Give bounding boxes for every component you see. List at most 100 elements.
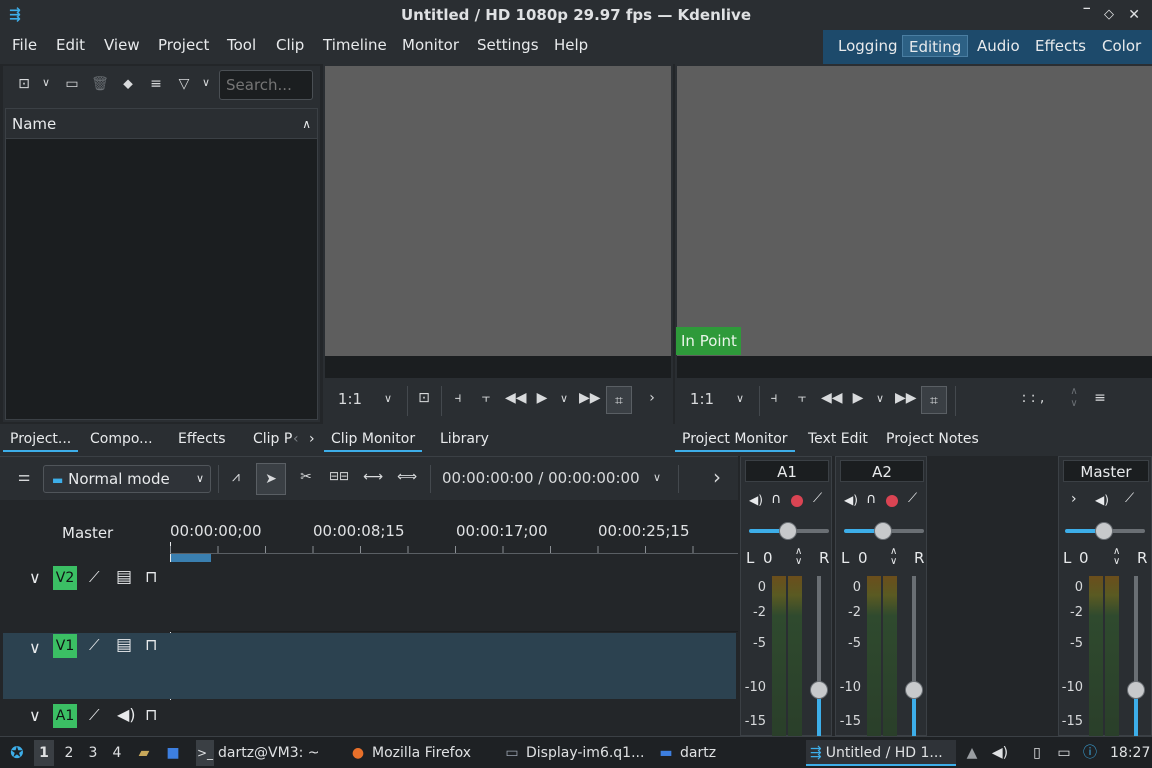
safe-zone-icon[interactable]: ⊡ bbox=[415, 390, 433, 406]
track-lane-v2[interactable] bbox=[170, 562, 738, 632]
track-lane-a1[interactable] bbox=[170, 700, 738, 736]
selection-tool-icon[interactable]: ➤ bbox=[256, 463, 286, 495]
volume-fader-track[interactable] bbox=[817, 576, 821, 736]
menu-edit[interactable]: Edit bbox=[56, 30, 85, 60]
tab-clip-properties[interactable]: Clip P bbox=[253, 428, 292, 452]
project-zoom-chevron-icon[interactable]: ∨ bbox=[733, 392, 747, 405]
more-chevron-icon[interactable]: › bbox=[645, 390, 659, 406]
effects-icon[interactable]: ⟋ bbox=[1125, 491, 1134, 506]
collapse-chevron-icon[interactable]: ∨ bbox=[29, 638, 41, 657]
close-icon[interactable]: ✕ bbox=[1128, 0, 1140, 30]
clipboard-icon[interactable]: ▯ bbox=[1028, 740, 1046, 766]
pan-knob[interactable] bbox=[779, 522, 797, 540]
pan-knob[interactable] bbox=[874, 522, 892, 540]
menu-tool[interactable]: Tool bbox=[227, 30, 256, 60]
tabs-left-arrow-icon[interactable]: ‹ bbox=[293, 428, 299, 452]
pan-spin-icon[interactable]: ∧ ∨ bbox=[1113, 547, 1120, 567]
speaker-icon[interactable]: ◀) bbox=[117, 705, 136, 724]
layout-audio[interactable]: Audio bbox=[971, 35, 1026, 57]
start-menu-icon[interactable]: ✪ bbox=[6, 740, 28, 766]
ripple-tool-icon[interactable]: ⟷ bbox=[362, 469, 384, 485]
tab-project-monitor[interactable]: Project Monitor bbox=[675, 428, 795, 452]
chevron-right-icon[interactable]: › bbox=[1071, 491, 1077, 507]
tab-compositions[interactable]: Compo... bbox=[90, 428, 153, 452]
effects-icon[interactable]: ⟋ bbox=[813, 491, 822, 506]
timeline-more-icon[interactable]: › bbox=[710, 467, 724, 487]
network-icon[interactable]: ▭ bbox=[1054, 740, 1074, 766]
chevron-down-icon[interactable]: ∨ bbox=[39, 76, 53, 89]
clip-zoom-chevron-icon[interactable]: ∨ bbox=[381, 392, 395, 405]
minimize-icon[interactable]: ‾ bbox=[1084, 0, 1091, 30]
lock-icon[interactable]: ⊓ bbox=[145, 705, 157, 724]
workspace-2[interactable]: 2 bbox=[60, 740, 78, 766]
rewind-icon[interactable]: ◀◀ bbox=[505, 390, 527, 406]
effects-icon[interactable]: ⟋ bbox=[89, 706, 100, 724]
layout-editing[interactable]: Editing bbox=[902, 35, 969, 57]
pan-value[interactable]: 0 bbox=[1079, 549, 1089, 567]
effects-icon[interactable]: ⟋ bbox=[89, 568, 100, 586]
trash-icon[interactable]: 🗑 bbox=[91, 76, 109, 92]
lock-icon[interactable]: ⊓ bbox=[145, 567, 157, 586]
volume-fader-knob[interactable] bbox=[810, 681, 828, 699]
collapse-chevron-icon[interactable]: ∨ bbox=[29, 706, 41, 725]
desktop-icon[interactable]: ■ bbox=[162, 740, 184, 766]
layout-color[interactable]: Color bbox=[1096, 35, 1147, 57]
tag-icon[interactable]: ⬥ bbox=[119, 76, 137, 92]
play-icon[interactable]: ▶ bbox=[849, 390, 867, 406]
menu-clip[interactable]: Clip bbox=[276, 30, 304, 60]
task-firefox[interactable]: Mozilla Firefox bbox=[372, 740, 471, 766]
track-name-badge[interactable]: V1 bbox=[53, 634, 77, 658]
master-track-label[interactable]: Master bbox=[62, 524, 113, 542]
track-name-badge[interactable]: V2 bbox=[53, 566, 77, 590]
task-kdenlive[interactable]: ⇶ Untitled / HD 1... bbox=[806, 740, 956, 766]
monitor-menu-icon[interactable]: ≡ bbox=[1091, 390, 1109, 406]
project-timecode[interactable]: : : , bbox=[1013, 390, 1053, 406]
menu-settings[interactable]: Settings bbox=[477, 30, 539, 60]
pan-spin-icon[interactable]: ∧ ∨ bbox=[890, 547, 897, 567]
record-icon[interactable] bbox=[886, 495, 898, 507]
menu-icon[interactable]: ≡ bbox=[147, 76, 165, 92]
volume-fader-knob[interactable] bbox=[905, 681, 923, 699]
play-chevron-icon[interactable]: ∨ bbox=[873, 392, 887, 405]
task-folder[interactable]: dartz bbox=[680, 740, 716, 766]
play-icon[interactable]: ▶ bbox=[533, 390, 551, 406]
tab-effects[interactable]: Effects bbox=[178, 428, 226, 452]
maximize-icon[interactable]: ◇ bbox=[1104, 0, 1114, 30]
headphones-icon[interactable]: ∩ bbox=[771, 491, 781, 507]
menu-project[interactable]: Project bbox=[158, 30, 209, 60]
volume-fader-track[interactable] bbox=[1134, 576, 1138, 736]
track-settings-icon[interactable]: ⚌ bbox=[14, 469, 34, 485]
pan-value[interactable]: 0 bbox=[763, 549, 773, 567]
set-in-icon[interactable]: ⫞ bbox=[765, 390, 783, 406]
tab-project-bin[interactable]: Project... bbox=[3, 428, 79, 452]
project-zoom-label[interactable]: 1:1 bbox=[687, 390, 717, 408]
tab-text-edit[interactable]: Text Edit bbox=[808, 428, 868, 452]
forward-icon[interactable]: ▶▶ bbox=[895, 390, 917, 406]
track-lane-v1[interactable] bbox=[170, 633, 736, 699]
crop-icon[interactable]: ⌗ bbox=[606, 386, 632, 414]
timecode-spin-icon[interactable]: ∧ ∨ bbox=[1067, 386, 1081, 410]
set-out-icon[interactable]: ⫟ bbox=[477, 390, 495, 406]
lock-icon[interactable]: ⊓ bbox=[145, 635, 157, 654]
menu-timeline[interactable]: Timeline bbox=[323, 30, 387, 60]
speaker-icon[interactable]: ◀) bbox=[749, 493, 763, 507]
project-monitor-screen[interactable] bbox=[677, 66, 1152, 356]
effects-icon[interactable]: ⟋ bbox=[908, 491, 917, 506]
volume-fader-knob[interactable] bbox=[1127, 681, 1145, 699]
tabs-right-arrow-icon[interactable]: › bbox=[309, 428, 315, 452]
tab-library[interactable]: Library bbox=[440, 428, 489, 452]
video-film-icon[interactable]: ▤ bbox=[116, 635, 132, 655]
track-name-badge[interactable]: A1 bbox=[53, 704, 77, 728]
collapse-chevron-icon[interactable]: ∨ bbox=[29, 568, 41, 587]
volume-icon[interactable]: ◀) bbox=[990, 740, 1010, 766]
menu-view[interactable]: View bbox=[104, 30, 140, 60]
workspace-3[interactable]: 3 bbox=[84, 740, 102, 766]
add-clip-icon[interactable]: ⊡ bbox=[15, 76, 33, 92]
workspace-4[interactable]: 4 bbox=[108, 740, 126, 766]
play-chevron-icon[interactable]: ∨ bbox=[557, 392, 571, 405]
record-icon[interactable] bbox=[791, 495, 803, 507]
slip-tool-icon[interactable]: ⊟⊟ bbox=[328, 469, 350, 483]
volume-fader-track[interactable] bbox=[912, 576, 916, 736]
project-monitor-ruler[interactable] bbox=[677, 356, 1152, 378]
pan-spin-icon[interactable]: ∧ ∨ bbox=[795, 547, 802, 567]
